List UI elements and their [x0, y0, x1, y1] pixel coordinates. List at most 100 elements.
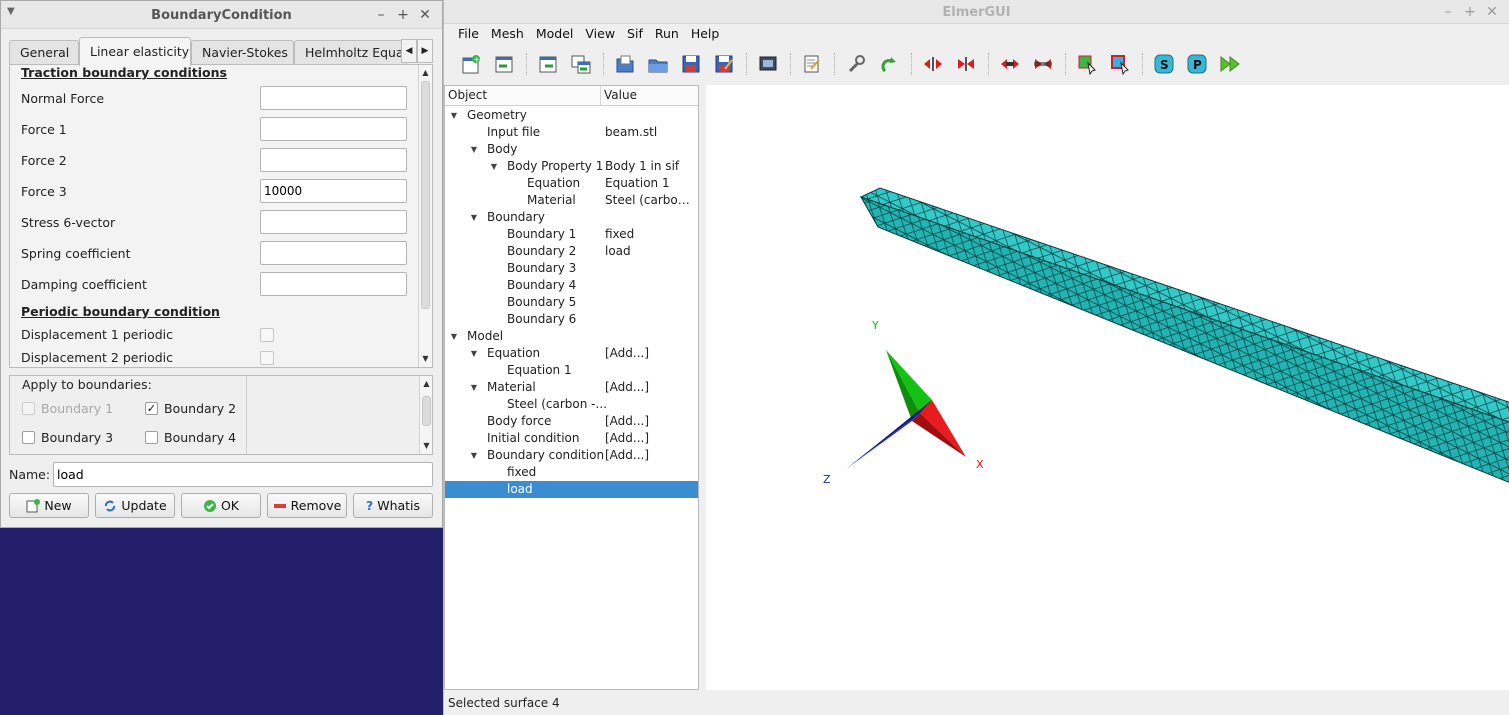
close-icon[interactable]: ✕ [414, 6, 436, 24]
menu-view[interactable]: View [579, 24, 621, 44]
tree-row[interactable]: Boundary 5 [445, 294, 698, 311]
save-icon[interactable] [678, 51, 704, 77]
solver-s-icon[interactable]: S [1151, 51, 1177, 77]
beam-mesh-render[interactable]: Y X Z [706, 85, 1509, 690]
scroll-down-icon[interactable]: ▼ [420, 440, 433, 452]
boundary-3-checkbox[interactable]: Boundary 3 [22, 430, 113, 445]
tree-row[interactable]: ▼ Geometry [445, 107, 698, 124]
unify-red-icon[interactable] [920, 51, 946, 77]
arrows-out-icon[interactable] [997, 51, 1023, 77]
open-mesh-icon[interactable] [491, 51, 517, 77]
displacement-2-periodic-checkbox[interactable] [260, 351, 274, 365]
new-button[interactable]: New [9, 493, 89, 518]
tab-scroll-right-icon[interactable]: ▶ [417, 39, 433, 63]
tab-navier-stokes[interactable]: Navier-Stokes [191, 40, 294, 65]
run-fast-forward-icon[interactable] [1217, 51, 1243, 77]
close-icon[interactable]: ✕ [1481, 3, 1503, 21]
edit-sif-icon[interactable] [799, 51, 825, 77]
scroll-down-icon[interactable]: ▼ [419, 353, 432, 365]
force-1-input[interactable] [260, 117, 407, 141]
select-edge-icon[interactable] [1107, 51, 1133, 77]
expand-arrow-icon[interactable]: ▼ [449, 107, 459, 124]
normal-force-input[interactable] [260, 86, 407, 110]
import-mesh-icon[interactable] [568, 51, 594, 77]
screenshot-icon[interactable] [755, 51, 781, 77]
tree-row[interactable]: fixed [445, 464, 698, 481]
tab-helmholtz[interactable]: Helmholtz Equati [294, 40, 407, 65]
load-mesh-icon[interactable] [535, 51, 561, 77]
tab-linear-elasticity[interactable]: Linear elasticity [79, 37, 191, 66]
tree-row[interactable]: Steel (carbon -... [445, 396, 698, 413]
checkbox-box[interactable] [145, 431, 158, 444]
tree-row[interactable]: Boundary 4 [445, 277, 698, 294]
name-input[interactable] [53, 462, 433, 487]
tree-row[interactable]: Body force [Add...] [445, 413, 698, 430]
tree-column-object[interactable]: Object [445, 86, 601, 106]
stress-6-vector-input[interactable] [260, 210, 407, 234]
scroll-up-icon[interactable]: ▲ [419, 67, 432, 79]
tab-general[interactable]: General [9, 40, 79, 65]
divide-red-icon[interactable] [953, 51, 979, 77]
whatis-button[interactable]: ? Whatis [353, 493, 433, 518]
expand-arrow-icon[interactable]: ▼ [469, 209, 479, 226]
new-mesh-icon[interactable]: + [458, 51, 484, 77]
tree-row[interactable]: ▼ Body Property 1 Body 1 in sif [445, 158, 698, 175]
tree-row[interactable]: Boundary 2 load [445, 243, 698, 260]
tree-column-value[interactable]: Value [601, 86, 698, 106]
tree-row[interactable]: Initial condition [Add...] [445, 430, 698, 447]
expand-arrow-icon[interactable]: ▼ [489, 158, 499, 175]
scrollbar-thumb[interactable] [422, 396, 431, 426]
tree-row[interactable]: ▼ Body [445, 141, 698, 158]
boundary-2-checkbox[interactable]: ✓ Boundary 2 [145, 401, 236, 416]
checkbox-box[interactable] [22, 402, 35, 415]
tree-row[interactable]: Material Steel (carbon ... [445, 192, 698, 209]
boundary-1-checkbox[interactable]: Boundary 1 [22, 401, 113, 416]
displacement-1-periodic-checkbox[interactable] [260, 328, 274, 342]
menu-sif[interactable]: Sif [621, 24, 649, 44]
settings-wrench-icon[interactable] [843, 51, 869, 77]
spring-coefficient-input[interactable] [260, 241, 407, 265]
tree-row[interactable]: Boundary 3 [445, 260, 698, 277]
force-2-input[interactable] [260, 148, 407, 172]
expand-arrow-icon[interactable]: ▼ [449, 328, 459, 345]
checkmark-icon[interactable]: ✓ [145, 402, 158, 415]
panel-scrollbar[interactable]: ▲ ▼ [418, 65, 432, 367]
boundaries-scrollbar[interactable]: ▲ ▼ [419, 376, 432, 454]
tree-row[interactable]: Equation Equation 1 [445, 175, 698, 192]
menu-file[interactable]: File [452, 24, 485, 44]
redo-icon[interactable] [876, 51, 902, 77]
tree-row[interactable]: ▼ Equation [Add...] [445, 345, 698, 362]
menu-run[interactable]: Run [649, 24, 685, 44]
ok-button[interactable]: OK [181, 493, 261, 518]
postprocessor-p-icon[interactable]: P [1184, 51, 1210, 77]
save-as-icon[interactable] [711, 51, 737, 77]
tree-row[interactable]: ▼ Boundary condition [Add...] [445, 447, 698, 464]
tab-scroll-left-icon[interactable]: ◀ [401, 39, 417, 63]
maximize-icon[interactable]: + [392, 6, 414, 24]
tree-row[interactable]: Boundary 1 fixed [445, 226, 698, 243]
minimize-icon[interactable]: – [370, 6, 392, 24]
expand-arrow-icon[interactable]: ▼ [469, 447, 479, 464]
minimize-icon[interactable]: – [1437, 3, 1459, 21]
menu-model[interactable]: Model [530, 24, 580, 44]
open-folder-icon[interactable] [645, 51, 671, 77]
remove-button[interactable]: Remove [267, 493, 347, 518]
tree-row[interactable]: ▼ Material [Add...] [445, 379, 698, 396]
open-project-icon[interactable] [612, 51, 638, 77]
maximize-icon[interactable]: + [1459, 3, 1481, 21]
damping-coefficient-input[interactable] [260, 272, 407, 296]
arrows-in-icon[interactable] [1030, 51, 1056, 77]
menu-mesh[interactable]: Mesh [485, 24, 530, 44]
expand-arrow-icon[interactable]: ▼ [469, 141, 479, 158]
expand-arrow-icon[interactable]: ▼ [469, 379, 479, 396]
tree-row[interactable]: Input file beam.stl [445, 124, 698, 141]
tree-row[interactable]: Equation 1 [445, 362, 698, 379]
force-3-input[interactable] [260, 179, 407, 203]
boundary-4-checkbox[interactable]: Boundary 4 [145, 430, 236, 445]
scrollbar-thumb[interactable] [421, 81, 430, 309]
update-button[interactable]: Update [95, 493, 175, 518]
tree-row[interactable]: ▼ Boundary [445, 209, 698, 226]
expand-arrow-icon[interactable]: ▼ [469, 345, 479, 362]
3d-viewport[interactable]: Y X Z [706, 85, 1509, 690]
select-surface-icon[interactable] [1074, 51, 1100, 77]
